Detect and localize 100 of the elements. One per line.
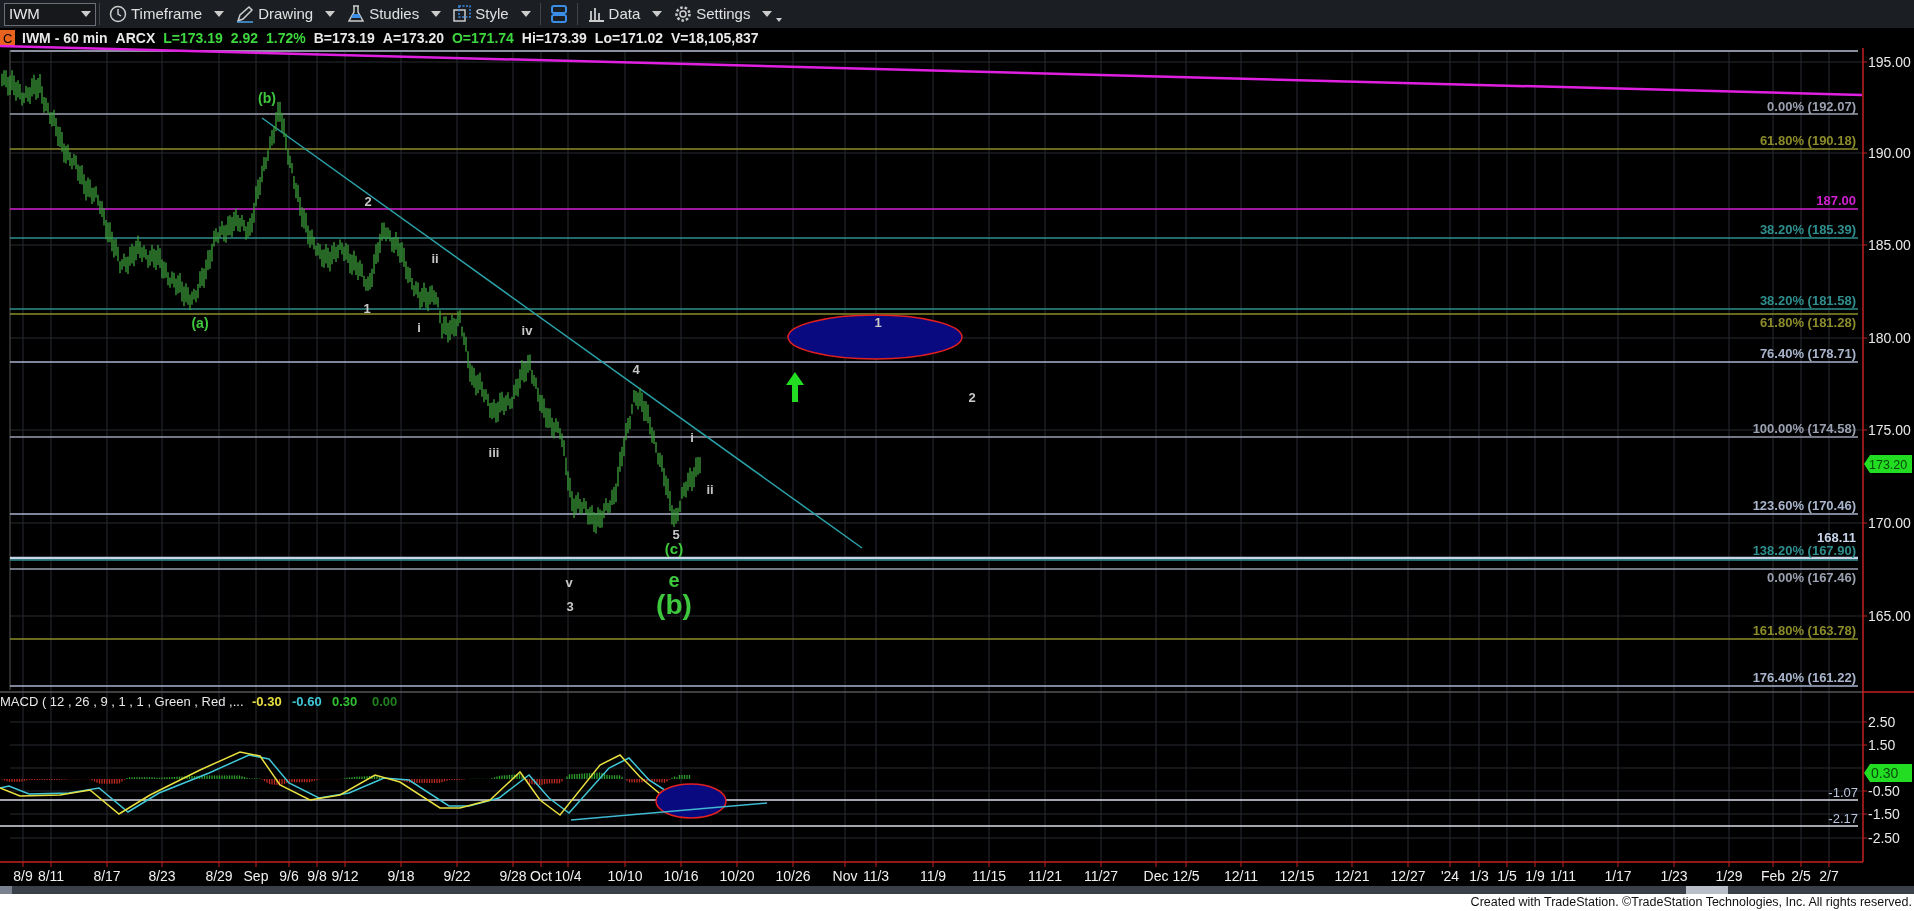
axis-label: 175.00	[1868, 422, 1911, 438]
gear-icon	[674, 5, 693, 23]
menu-button[interactable]: Timeframe	[103, 1, 231, 27]
axis-label: -2.50	[1868, 830, 1900, 846]
date-label: 11/21	[1028, 868, 1062, 884]
axis-label: 195.00	[1868, 54, 1911, 70]
chart-type-badge: C	[0, 30, 15, 46]
date-label: 12/21	[1334, 868, 1370, 884]
caret-icon	[214, 11, 225, 17]
level-label: 38.20% (185.39)	[1759, 222, 1856, 237]
level-label: 138.20% (167.90)	[1752, 543, 1856, 558]
layout-icon	[549, 5, 568, 23]
wave-label: v	[565, 575, 573, 590]
bar-chart-icon	[586, 5, 605, 23]
level-label: -1.07	[1828, 785, 1858, 800]
indicator-value: 0.30	[332, 694, 358, 709]
level-label: 61.80% (190.18)	[1759, 133, 1856, 148]
axis-label: 165.00	[1868, 608, 1911, 624]
date-label: 9/8	[307, 868, 327, 884]
indicator-value: 0.00	[372, 694, 398, 709]
date-label: Feb	[1760, 868, 1786, 884]
date-label: Oct	[530, 868, 552, 884]
axis-label: -0.50	[1868, 783, 1900, 799]
wave-label: (b)	[258, 90, 276, 106]
symbol-info-text: L=173.19	[163, 30, 223, 46]
menu-button[interactable]: Style	[447, 1, 537, 27]
level-label: 38.20% (181.58)	[1759, 293, 1856, 308]
date-label: 2/7	[1819, 868, 1839, 884]
level-label: 123.60% (170.46)	[1752, 498, 1856, 513]
date-label: 11/3	[862, 868, 890, 884]
axis-label: 190.00	[1868, 145, 1911, 161]
caret-icon	[81, 11, 91, 17]
level-label: 168.11	[1816, 530, 1856, 545]
credit-text: Created with TradeStation. ©TradeStation Technologies, Inc. All rights reserved.	[1470, 895, 1912, 909]
level-label: 161.80% (163.78)	[1752, 623, 1856, 638]
symbol-info-text: B=173.19	[313, 30, 375, 46]
date-label: 12/11	[1224, 868, 1258, 884]
wave-label: i	[690, 430, 694, 445]
highlight-ellipse	[655, 783, 727, 819]
wave-label: ii	[431, 251, 439, 266]
symbol-info-text: Hi=173.39	[521, 30, 587, 46]
wave-label: (c)	[664, 540, 684, 557]
level-label: 100.00% (174.58)	[1752, 421, 1856, 436]
menu-button[interactable]: Settings	[668, 1, 789, 27]
wave-label: 3	[566, 599, 574, 614]
level-label: 0.00% (167.46)	[1767, 570, 1856, 585]
menu-button[interactable]: Data	[580, 1, 669, 27]
axis-label: 2.50	[1868, 714, 1896, 730]
symbol-info-text: V=18,105,837	[670, 30, 759, 46]
wave-label: iii	[488, 445, 500, 460]
date-label: 10/16	[663, 868, 699, 884]
date-label: 12/5	[1172, 868, 1200, 884]
date-label: Sep	[243, 868, 269, 884]
date-label: 1/9	[1525, 868, 1545, 884]
wave-label: (a)	[191, 315, 209, 331]
symbol-info-text: O=171.74	[451, 30, 514, 46]
level-label: 176.40% (161.22)	[1752, 670, 1856, 685]
wave-label: iv	[521, 323, 533, 338]
date-label: 9/22	[443, 868, 471, 884]
last-price-tag: 173.20	[1864, 455, 1912, 473]
level-label: 0.00% (192.07)	[1767, 99, 1856, 114]
symbol-info-text: Lo=171.02	[594, 30, 663, 46]
symbol-field[interactable]: IWM	[4, 2, 96, 26]
scrollbar[interactable]	[0, 886, 1914, 894]
date-label: 11/9	[919, 868, 947, 884]
date-label: 9/12	[331, 868, 359, 884]
date-label: 9/18	[387, 868, 415, 884]
menu-button[interactable]: Drawing	[230, 1, 342, 27]
caret-icon	[652, 11, 663, 17]
level-label: 76.40% (178.71)	[1759, 346, 1856, 361]
date-label: 1/23	[1660, 868, 1688, 884]
caret-icon	[520, 11, 531, 17]
date-label: 12/27	[1390, 868, 1426, 884]
last-value-tag: 0.30	[1864, 764, 1912, 782]
wave-label: 1	[874, 315, 882, 330]
level-label: -2.17	[1828, 811, 1858, 826]
date-label: 8/11	[37, 868, 65, 884]
axis-label: 1.50	[1868, 737, 1896, 753]
date-label: 8/9	[13, 868, 33, 884]
date-label: 1/17	[1604, 868, 1632, 884]
wave-label: 2	[968, 390, 976, 405]
date-label: 11/27	[1084, 868, 1118, 884]
level-label: 187.00	[1816, 193, 1856, 208]
date-label: 8/17	[93, 868, 121, 884]
axis-label: 180.00	[1868, 330, 1911, 346]
pen-icon	[236, 5, 255, 23]
wave-label: 4	[632, 362, 640, 377]
caret-icon	[762, 11, 773, 17]
wave-label: ii	[706, 482, 714, 497]
date-label: 1/11	[1549, 868, 1577, 884]
level-label: 61.80% (181.28)	[1759, 315, 1856, 330]
date-label: 1/3	[1469, 868, 1489, 884]
date-label: 10/26	[775, 868, 811, 884]
axis-label: 185.00	[1868, 237, 1911, 253]
indicator-value: -0.60	[292, 694, 322, 709]
wave-label: i	[417, 320, 421, 335]
menu-button[interactable]: Studies	[341, 1, 448, 27]
indicator-value: -0.30	[252, 694, 282, 709]
axis-label: -1.50	[1868, 806, 1900, 822]
symbol-info-text: ARCX	[115, 30, 156, 46]
